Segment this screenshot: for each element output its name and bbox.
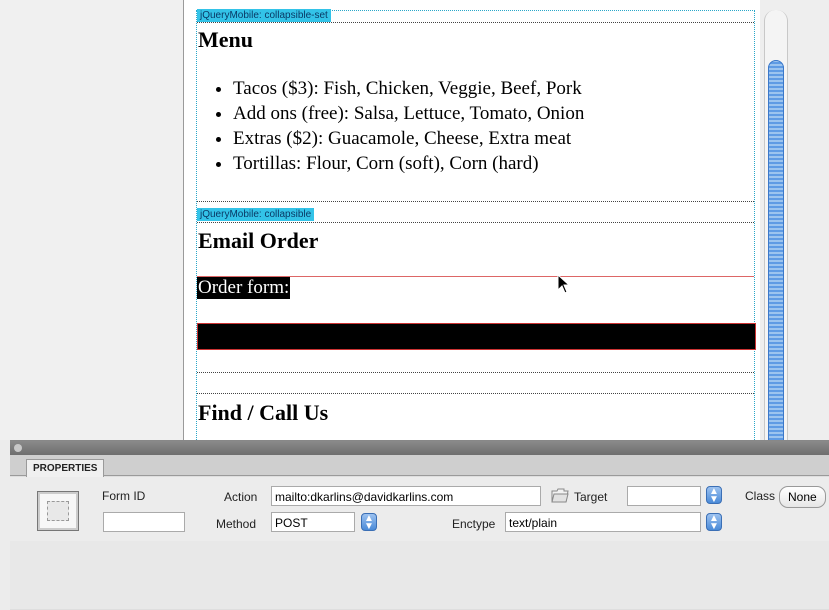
collapsible-set-outline: [196, 10, 755, 442]
list-item: Tacos ($3): Fish, Chicken, Veggie, Beef,…: [233, 76, 584, 101]
enctype-stepper-icon[interactable]: ▲ ▼: [706, 513, 722, 532]
menu-list: Tacos ($3): Fish, Chicken, Veggie, Beef,…: [213, 76, 584, 176]
selected-form-region[interactable]: [197, 323, 756, 350]
enctype-label: Enctype: [452, 517, 496, 531]
list-item: Extras ($2): Guacamole, Cheese, Extra me…: [233, 126, 584, 151]
form-id-field[interactable]: [103, 512, 185, 532]
class-select[interactable]: None: [779, 486, 826, 508]
target-label: Target: [574, 490, 608, 504]
properties-lower-area: [10, 541, 829, 609]
tab-properties[interactable]: PROPERTIES: [26, 459, 105, 478]
folder-icon[interactable]: [551, 487, 569, 503]
list-item: Tortillas: Flour, Corn (soft), Corn (har…: [233, 151, 584, 176]
class-label: Class: [745, 489, 776, 503]
email-order-heading: Email Order: [198, 228, 319, 253]
divider: [197, 201, 754, 202]
order-form-label[interactable]: Order form:: [197, 277, 291, 299]
scrollbar-thumb[interactable]: [768, 60, 784, 442]
divider: [197, 222, 754, 223]
panel-tabstrip: PROPERTIES: [10, 455, 829, 478]
form-icon-inner: [47, 501, 69, 521]
form-icon: [37, 491, 79, 531]
collapsible-tag[interactable]: jQueryMobile: collapsible: [197, 208, 315, 221]
list-item: Add ons (free): Salsa, Lettuce, Tomato, …: [233, 101, 584, 126]
vertical-scrollbar[interactable]: [764, 10, 788, 442]
divider: [197, 393, 754, 394]
form-id-label: Form ID: [102, 489, 146, 503]
panel-grip-icon[interactable]: [14, 444, 22, 452]
mouse-pointer-icon: [557, 273, 571, 299]
target-field[interactable]: [627, 486, 701, 506]
divider: [197, 372, 754, 373]
method-select[interactable]: POST: [271, 512, 355, 532]
panel-titlebar[interactable]: [10, 441, 829, 455]
left-gutter: [0, 0, 183, 440]
enctype-select[interactable]: text/plain: [505, 512, 701, 532]
menu-heading: Menu: [198, 27, 253, 52]
collapsible-set-tag[interactable]: jQueryMobile: collapsible-set: [197, 9, 331, 22]
action-label: Action: [224, 490, 258, 504]
action-field[interactable]: mailto:dkarlins@davidkarlins.com: [271, 486, 541, 506]
method-label: Method: [216, 517, 257, 531]
divider: [197, 22, 754, 23]
find-call-us-heading: Find / Call Us: [198, 400, 329, 425]
method-stepper-icon[interactable]: ▲ ▼: [361, 513, 377, 532]
target-stepper-icon[interactable]: ▲ ▼: [706, 486, 722, 505]
